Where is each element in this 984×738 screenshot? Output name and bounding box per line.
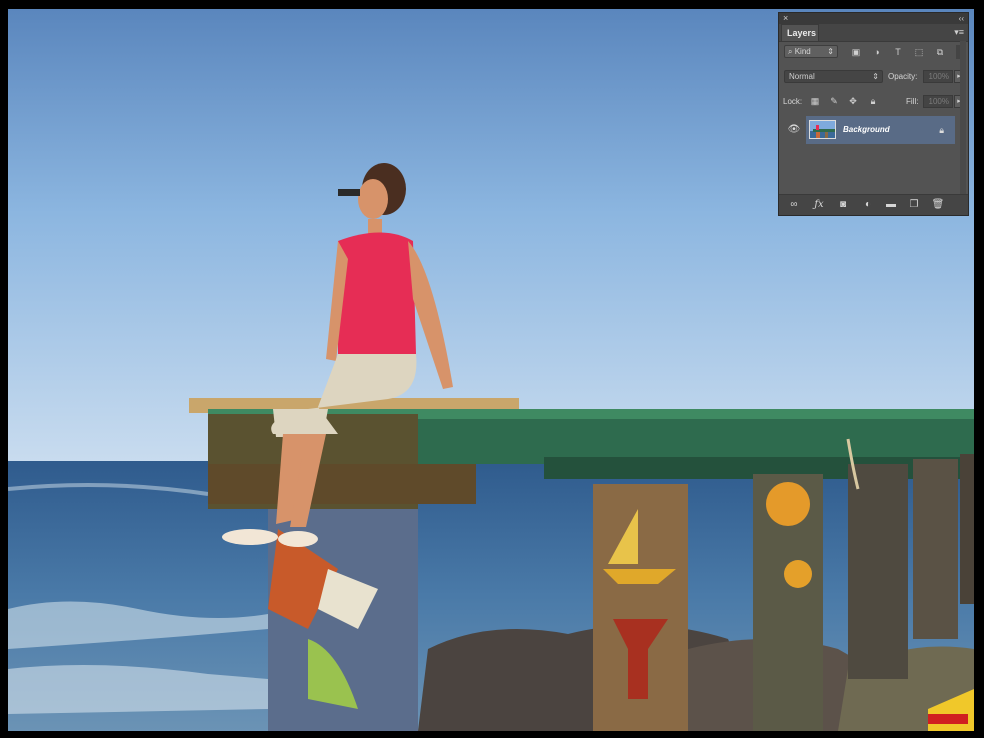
panel-menu-icon[interactable]: ▾≡	[954, 24, 964, 41]
panel-titlebar[interactable]: × ‹‹	[779, 13, 968, 24]
lock-position-icon[interactable]: ✥	[847, 95, 859, 108]
adjustment-layer-icon[interactable]: ◐	[861, 198, 875, 212]
lock-all-icon[interactable]: 🔒︎	[867, 95, 879, 108]
lock-row: Lock: ▦ ✎ ✥ 🔒︎ Fill: 100% ▸	[779, 95, 968, 109]
panel-tab-row: Layers ▾≡	[779, 24, 968, 42]
type-filter-icon[interactable]: T	[891, 45, 905, 59]
smart-object-filter-icon[interactable]: ⧉	[933, 45, 947, 59]
image-filter-icon[interactable]: ▣	[849, 45, 863, 59]
panel-scrollbar[interactable]	[960, 41, 966, 196]
collapse-panel-icon[interactable]: ‹‹	[959, 13, 964, 24]
layer-thumbnail	[809, 120, 836, 139]
filter-row: ⌕ Kind ⇕ ▣ ◑ T ⬚ ⧉	[779, 42, 968, 62]
chevron-updown-icon: ⇕	[827, 47, 834, 56]
panel-bottom-bar: ∞ ƒx ◙ ◐ ▬ ❐ 🗑︎	[779, 194, 968, 215]
close-panel-icon[interactable]: ×	[783, 13, 788, 24]
opacity-field[interactable]: 100%	[923, 70, 953, 83]
layer-lock-icon: 🔒︎	[939, 125, 944, 135]
link-layers-icon[interactable]: ∞	[787, 198, 801, 212]
fill-label: Fill:	[906, 97, 919, 106]
blend-mode-select[interactable]: Normal ⇕	[784, 70, 883, 83]
opacity-label: Opacity:	[888, 72, 918, 81]
visibility-eye-icon[interactable]: 👁︎	[787, 123, 801, 137]
filter-kind-select[interactable]: ⌕ Kind ⇕	[784, 45, 838, 58]
filter-kind-label: ⌕ Kind	[788, 47, 811, 56]
blend-mode-value: Normal	[789, 72, 815, 81]
shape-filter-icon[interactable]: ⬚	[912, 45, 926, 59]
adjustment-filter-icon[interactable]: ◑	[870, 45, 884, 59]
lock-transparent-pixels-icon[interactable]: ▦	[809, 95, 821, 108]
tab-layers[interactable]: Layers	[781, 24, 819, 41]
new-layer-icon[interactable]: ❐	[907, 198, 921, 212]
delete-layer-icon[interactable]: 🗑︎	[931, 198, 945, 212]
fill-field[interactable]: 100%	[923, 95, 953, 108]
add-mask-icon[interactable]: ◙	[836, 198, 850, 212]
new-group-icon[interactable]: ▬	[884, 198, 898, 212]
layers-panel: × ‹‹ Layers ▾≡ ⌕ Kind ⇕ ▣ ◑ T ⬚ ⧉ Normal…	[778, 12, 969, 216]
lock-label: Lock:	[783, 97, 803, 106]
layer-name[interactable]: Background	[843, 116, 890, 144]
fx-icon[interactable]: ƒx	[812, 198, 826, 212]
chevron-updown-icon: ⇕	[872, 72, 879, 81]
blend-row: Normal ⇕ Opacity: 100% ▸	[779, 70, 968, 84]
lock-image-pixels-icon[interactable]: ✎	[828, 95, 840, 108]
layer-row-background[interactable]: Background 🔒︎	[806, 116, 955, 144]
